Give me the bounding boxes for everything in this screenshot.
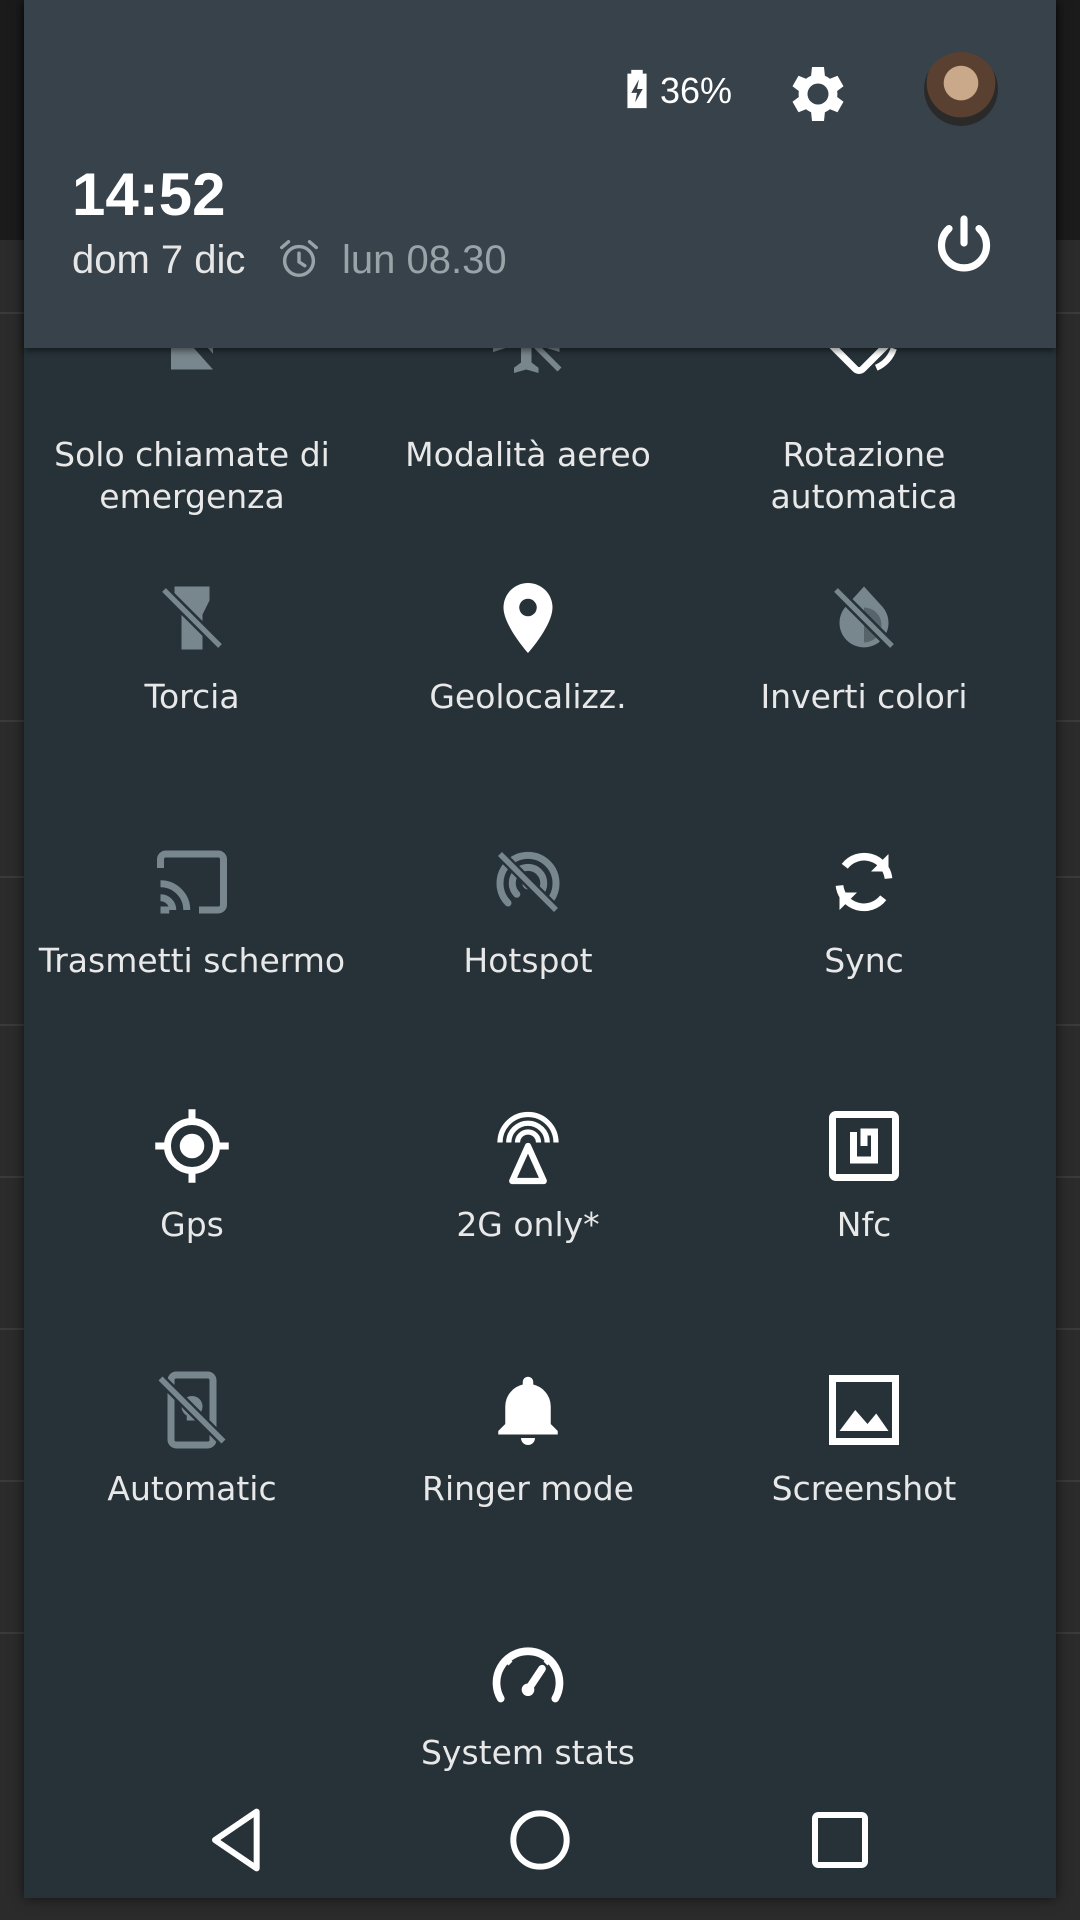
hotspot-off-icon (496, 850, 560, 914)
tile-cast-screen[interactable]: Trasmetti schermo (24, 840, 360, 1102)
tile-label: Ringer mode (422, 1469, 634, 1508)
location-pin-icon (503, 583, 553, 653)
tile-label: Sync (824, 941, 904, 980)
quick-settings-panel: 36% 14:52 dom 7 dic lun 08.30 Solo chiam… (24, 0, 1056, 1898)
back-icon[interactable] (200, 1800, 280, 1880)
next-alarm-time[interactable]: lun 08.30 (342, 238, 507, 283)
alarm-clock-icon (280, 240, 318, 278)
tile-label: Inverti colori (760, 677, 968, 716)
sync-icon (835, 852, 893, 912)
quick-settings-header: 36% 14:52 dom 7 dic lun 08.30 (24, 0, 1056, 348)
tile-screenshot[interactable]: Screenshot (696, 1368, 1032, 1630)
tile-nfc[interactable]: Nfc (696, 1104, 1032, 1366)
tile-hotspot[interactable]: Hotspot (360, 840, 696, 1102)
tile-label: Screenshot (771, 1469, 957, 1508)
tile-label: Torcia (144, 677, 240, 716)
gps-fixed-icon (155, 1109, 229, 1183)
cast-icon (157, 850, 227, 914)
user-avatar[interactable] (924, 52, 998, 126)
clock-date[interactable]: dom 7 dic (72, 238, 245, 283)
recents-icon[interactable] (800, 1800, 880, 1880)
tile-label: 2G only* (456, 1205, 600, 1244)
tile-label: Hotspot (463, 941, 593, 980)
speedometer-icon (492, 1647, 564, 1703)
tile-gps[interactable]: Gps (24, 1104, 360, 1366)
tile-label: Trasmetti schermo (38, 941, 346, 980)
power-icon[interactable] (928, 210, 1000, 282)
tile-label: Automatic (107, 1469, 277, 1508)
tile-automatic[interactable]: Automatic (24, 1368, 360, 1630)
battery-charging-icon (627, 69, 647, 109)
battery-percent: 36% (660, 70, 733, 111)
home-icon[interactable] (500, 1800, 580, 1880)
tile-invert-colors[interactable]: Inverti colori (696, 576, 1032, 838)
navigation-bar (24, 1780, 1056, 1920)
tile-flashlight[interactable]: Torcia (24, 576, 360, 838)
tile-label: Modalità aereo (405, 435, 651, 474)
invert-colors-off-icon (832, 586, 896, 650)
tile-2g-only[interactable]: 2G only* (360, 1104, 696, 1366)
nfc-icon (829, 1111, 899, 1181)
tile-label: Gps (160, 1205, 224, 1244)
tile-location[interactable]: Geolocalizz. (360, 576, 696, 838)
image-icon (829, 1375, 899, 1445)
antenna-icon (497, 1111, 559, 1185)
flashlight-off-icon (160, 586, 224, 650)
settings-gear-icon[interactable] (782, 58, 854, 130)
bell-icon (498, 1376, 558, 1445)
tile-label: System stats (420, 1733, 636, 1772)
brightness-off-icon (156, 1371, 228, 1449)
tile-label: Rotazione automatica (770, 435, 958, 516)
tile-label: Solo chiamate di emergenza (54, 435, 330, 516)
tile-label: Nfc (836, 1205, 892, 1244)
clock-time[interactable]: 14:52 (72, 160, 225, 229)
tile-label: Geolocalizz. (429, 677, 627, 716)
tile-ringer-mode[interactable]: Ringer mode (360, 1368, 696, 1630)
tile-sync[interactable]: Sync (696, 840, 1032, 1102)
